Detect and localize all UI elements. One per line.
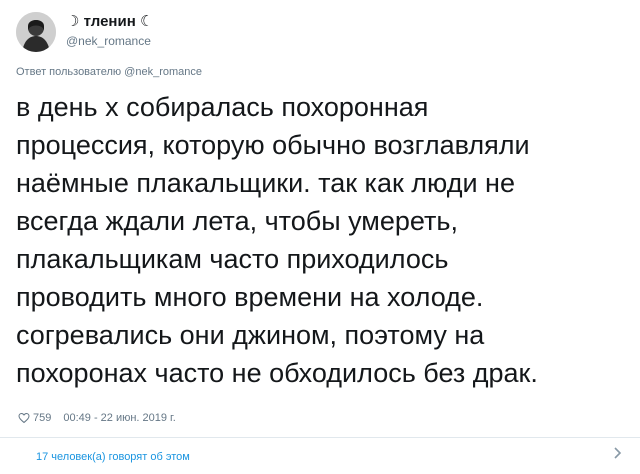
tweet-line: в день х собиралась похоронная [16,92,429,122]
avatar-photo-icon [16,12,56,52]
tweet-text: в день х собиралась похоронная процессия… [16,88,626,392]
display-name[interactable]: ☽ тленин ☾ [66,13,153,31]
reply-to-label[interactable]: Ответ пользователю @nek_romance [16,66,202,78]
tweet-line: плакальщикам часто приходилось [16,244,449,274]
tweet-line: согревались они джином, поэтому на [16,320,485,350]
tweet-line: процессия, которую обычно возглавляли [16,130,530,160]
people-talking-link[interactable]: 17 человек(а) говорят об этом [36,451,190,463]
tweet-timestamp[interactable]: 00:49 - 22 июн. 2019 г. [63,412,175,424]
user-avatar[interactable] [16,12,56,52]
tweet-line: всегда ждали лета, чтобы умереть, [16,206,458,236]
tweet-line: похоронах часто не обходилось без драк. [16,358,538,388]
author-block: ☽ тленин ☾ @nek_romance [66,13,153,49]
tweet-card: ☽ тленин ☾ @nek_romance Ответ пользовате… [0,0,640,474]
divider [0,437,640,438]
tweet-meta: 759 00:49 - 22 июн. 2019 г. [18,412,176,424]
like-count[interactable]: 759 [33,412,51,424]
chevron-right-icon[interactable] [610,446,624,460]
tweet-line: наёмные плакальщики. так как люди не [16,168,515,198]
heart-icon[interactable] [18,412,30,424]
tweet-line: проводить много времени на холоде. [16,282,484,312]
user-handle[interactable]: @nek_romance [66,34,153,49]
